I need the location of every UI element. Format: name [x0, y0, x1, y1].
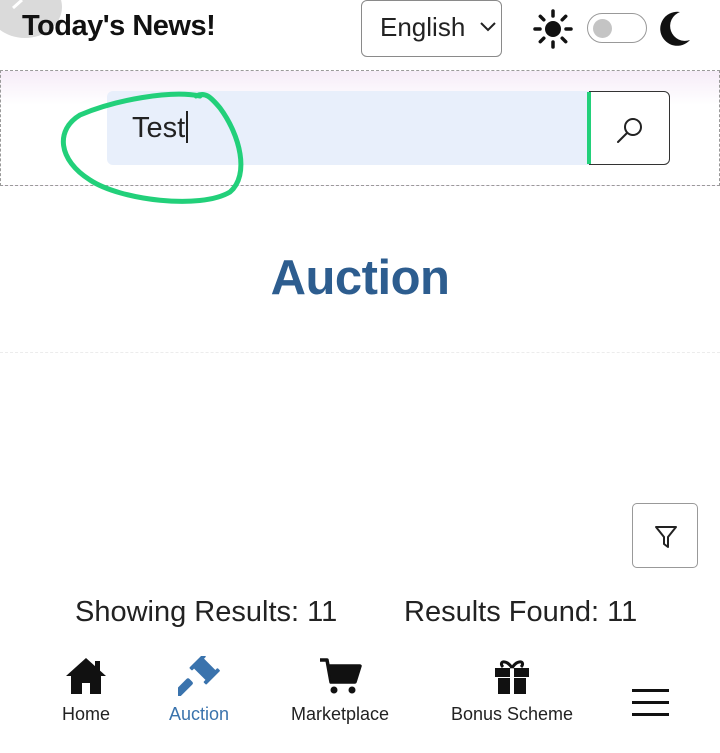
- results-found: Results Found: 11: [404, 596, 638, 628]
- filter-button[interactable]: [632, 503, 698, 568]
- search-button[interactable]: [589, 91, 670, 165]
- home-icon: [66, 658, 106, 694]
- nav-auction[interactable]: Auction: [162, 656, 236, 725]
- gavel-icon: [178, 656, 220, 696]
- showing-results: Showing Results: 11: [75, 596, 338, 628]
- language-selected: English: [380, 12, 466, 42]
- nav-auction-label: Auction: [168, 704, 230, 724]
- divider: [0, 352, 720, 353]
- filter-icon: [655, 526, 677, 548]
- top-bar: Today's News! English: [0, 0, 720, 70]
- chevron-down-icon: [480, 22, 496, 32]
- text-cursor: [186, 111, 189, 143]
- gift-icon: [495, 660, 529, 694]
- nav-home[interactable]: Home: [56, 656, 116, 725]
- nav-home-label: Home: [61, 704, 110, 724]
- cart-icon: [320, 658, 362, 694]
- sun-icon[interactable]: [533, 9, 573, 49]
- search-input[interactable]: Test: [107, 91, 591, 165]
- language-select[interactable]: English: [361, 0, 502, 57]
- nav-bonus-scheme-label: Bonus Scheme: [450, 704, 574, 724]
- search-icon: [617, 118, 642, 143]
- nav-bonus-scheme[interactable]: Bonus Scheme: [448, 656, 576, 725]
- moon-icon[interactable]: [658, 10, 692, 48]
- hamburger-icon[interactable]: [630, 687, 670, 719]
- theme-toggle[interactable]: [587, 13, 647, 43]
- search-input-value: Test: [132, 111, 189, 145]
- search-panel: Test: [0, 70, 720, 186]
- toggle-knob: [593, 19, 612, 38]
- nav-marketplace[interactable]: Marketplace: [288, 656, 392, 725]
- site-brand[interactable]: Today's News!: [22, 10, 216, 43]
- page-title: Auction: [270, 251, 450, 305]
- nav-marketplace-label: Marketplace: [290, 704, 390, 724]
